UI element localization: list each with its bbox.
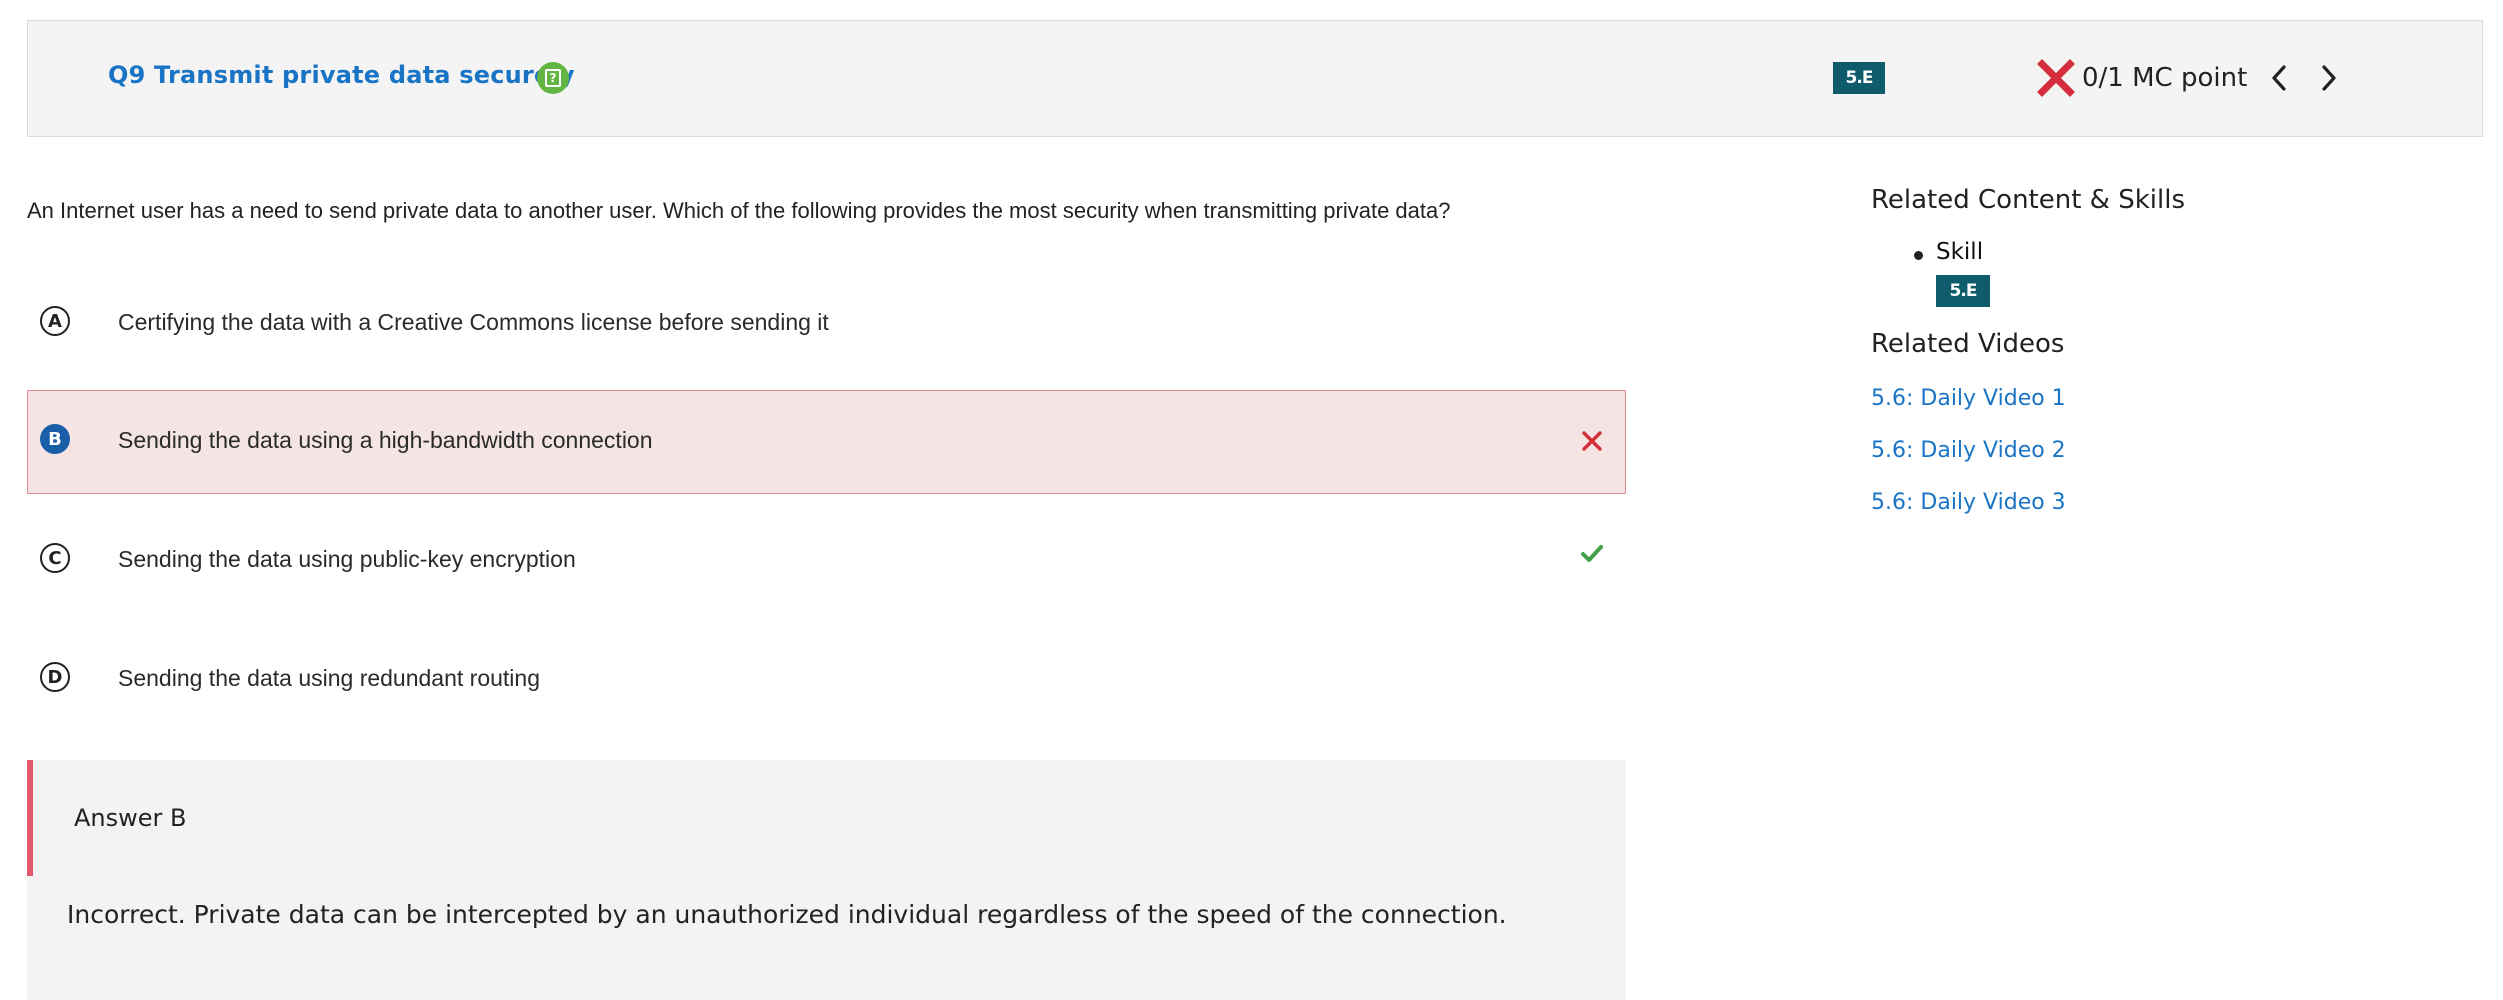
option-letter-c: C	[40, 543, 70, 573]
answer-title: Answer B	[74, 804, 187, 832]
video-list: 5.6: Daily Video 1 5.6: Daily Video 2 5.…	[1871, 373, 2471, 529]
option-text-c: Sending the data using public-key encryp…	[118, 546, 576, 572]
option-text-d: Sending the data using redundant routing	[118, 665, 540, 691]
video-link[interactable]: 5.6: Daily Video 2	[1871, 425, 2471, 477]
answer-option-b[interactable]: B Sending the data using a high-bandwidt…	[27, 390, 1626, 494]
answer-option-d[interactable]: D Sending the data using redundant routi…	[27, 628, 1626, 732]
answer-option-c[interactable]: C Sending the data using public-key encr…	[27, 509, 1626, 613]
red-x-icon	[2037, 59, 2075, 97]
chevron-left-icon[interactable]	[2267, 62, 2291, 94]
skill-label: Skill	[1936, 239, 1984, 265]
option-letter-d: D	[40, 662, 70, 692]
incorrect-indicator-bar	[27, 760, 33, 876]
score-text: 0/1 MC point	[2082, 63, 2248, 93]
question-header: Q9 Transmit private data securely ? 5.E …	[27, 20, 2483, 137]
option-letter-b: B	[40, 424, 70, 454]
option-text-b: Sending the data using a high-bandwidth …	[118, 427, 653, 453]
question-text: An Internet user has a need to send priv…	[27, 198, 1451, 223]
chevron-right-icon[interactable]	[2317, 62, 2341, 94]
related-sidebar: Related Content & Skills Skill 5.E Relat…	[1871, 185, 2471, 529]
video-link[interactable]: 5.6: Daily Video 3	[1871, 477, 2471, 529]
correct-check-icon	[1581, 545, 1603, 562]
clipboard-question-icon[interactable]: ?	[537, 62, 569, 94]
related-content-heading: Related Content & Skills	[1871, 185, 2185, 215]
skill-badge: 5.E	[1833, 62, 1885, 94]
answer-explanation: Incorrect. Private data can be intercept…	[67, 900, 1507, 929]
incorrect-x-icon	[1582, 431, 1602, 451]
related-videos-heading: Related Videos	[1871, 329, 2065, 359]
option-letter-a: A	[40, 306, 70, 336]
answer-explanation-box: Answer B Incorrect. Private data can be …	[27, 760, 1626, 1000]
option-text-a: Certifying the data with a Creative Comm…	[118, 309, 829, 335]
bullet-icon	[1914, 251, 1923, 260]
score-area: 0/1 MC point	[2036, 58, 2341, 98]
answer-option-a[interactable]: A Certifying the data with a Creative Co…	[27, 272, 1626, 376]
skill-list: Skill 5.E	[1871, 239, 2471, 329]
skill-badge: 5.E	[1936, 275, 1990, 307]
video-link[interactable]: 5.6: Daily Video 1	[1871, 373, 2471, 425]
question-title-link[interactable]: Q9 Transmit private data securely	[108, 61, 575, 89]
